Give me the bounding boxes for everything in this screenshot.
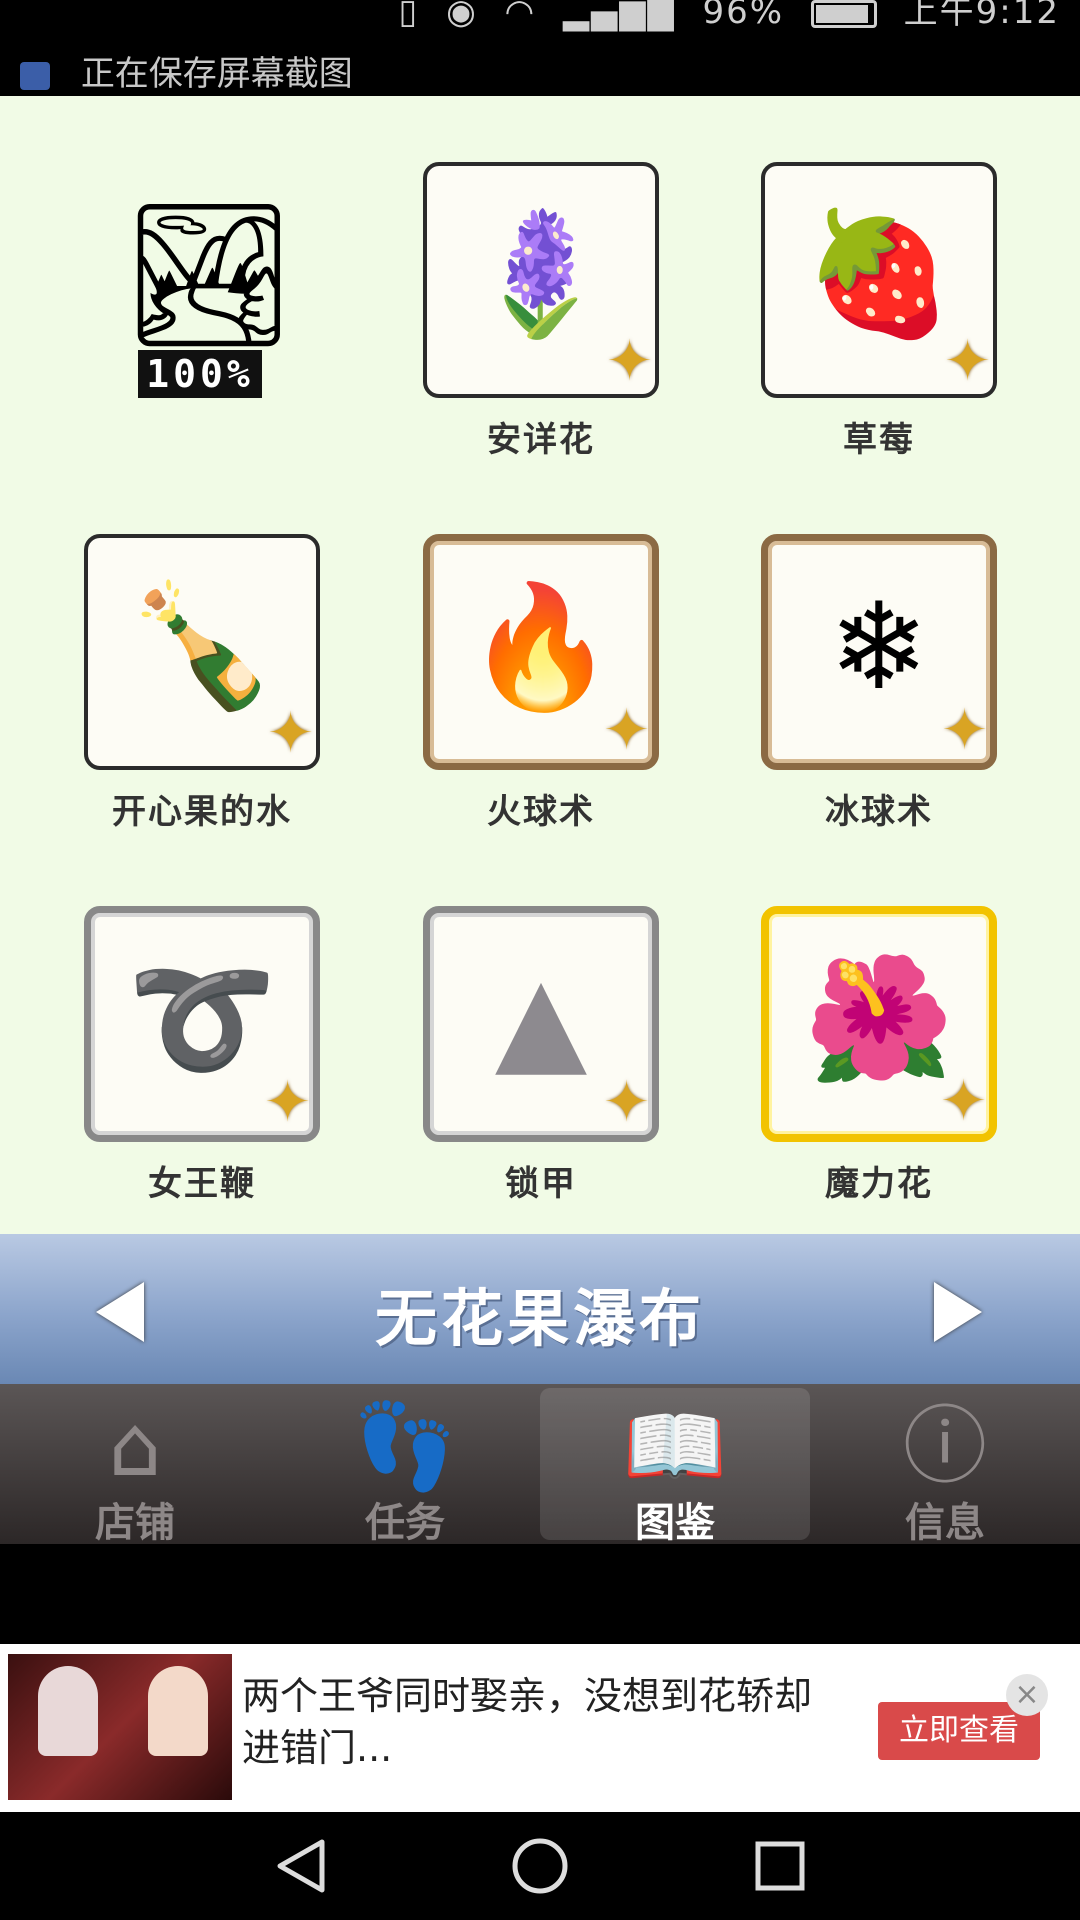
status-bar: ▯ ◉ ◠ ▂▄▆█ 96% 上午9:12 正在保存屏幕截图 xyxy=(0,0,1080,96)
collection-item[interactable]: 🍾 ✦ 开心果的水 xyxy=(84,534,320,833)
green-bottle-icon: 🍾 xyxy=(127,577,277,717)
area-title: 无花果瀑布 xyxy=(374,1282,705,1355)
wifi-icon: ◠ xyxy=(504,0,537,32)
tab-tasks[interactable]: 👣 任务 xyxy=(270,1388,540,1546)
item-label: 女王鞭 xyxy=(148,1164,256,1204)
home-icon[interactable] xyxy=(510,1836,570,1896)
purple-flower-icon: 🪻 xyxy=(466,205,616,345)
collection-item[interactable]: 🌺 ✦ 魔力花 xyxy=(761,906,997,1205)
item-card[interactable]: 🍓 ✦ xyxy=(761,162,997,398)
battery-percent: 96% xyxy=(702,0,785,32)
collection-item[interactable]: 🪻 ✦ 安详花 xyxy=(423,162,659,461)
back-icon[interactable] xyxy=(272,1836,332,1896)
collection-item[interactable]: 🍓 ✦ 草莓 xyxy=(761,162,997,461)
screenshot-icon xyxy=(20,61,50,90)
area-completion: 🏞 100% xyxy=(120,194,298,398)
signal-icon: ▂▄▆█ xyxy=(563,0,676,32)
book-icon: 📖 xyxy=(622,1397,728,1495)
item-label: 安详花 xyxy=(487,420,595,460)
info-bubble-icon: ⓘ xyxy=(902,1397,987,1495)
sparkle-icon: ✦ xyxy=(941,698,988,763)
collection-grid: 🏞 100% 🪻 ✦ 安详花 🍓 ✦ 草莓 🍾 ✦ 开心果的水 🔥 ✦ 火球术 xyxy=(0,96,1080,1234)
bottom-tab-bar: ⌂ 店铺 👣 任务 📖 图鉴 ⓘ 信息 xyxy=(0,1384,1080,1546)
item-label: 火球术 xyxy=(487,792,595,832)
clock: 上午9:12 xyxy=(903,0,1060,32)
footprints-icon: 👣 xyxy=(352,1397,458,1495)
next-area-button[interactable] xyxy=(934,1282,982,1342)
collection-item[interactable]: ▲ ✦ 锁甲 xyxy=(423,906,659,1205)
fireball-icon: 🔥 xyxy=(466,577,616,717)
item-card[interactable]: 🌺 ✦ xyxy=(761,906,997,1142)
item-label: 魔力花 xyxy=(825,1164,933,1204)
eye-icon: ◉ xyxy=(446,0,478,32)
system-nav-bar xyxy=(0,1812,1080,1920)
item-card[interactable]: ❄ ✦ xyxy=(761,534,997,770)
sparkle-icon: ✦ xyxy=(606,329,653,394)
sparkle-icon: ✦ xyxy=(603,698,650,763)
ad-text[interactable]: 两个王爷同时娶亲，没想到花轿却进错门... xyxy=(242,1670,822,1774)
item-label: 锁甲 xyxy=(505,1164,577,1204)
item-label: 冰球术 xyxy=(825,792,933,832)
item-label: 开心果的水 xyxy=(112,792,292,832)
battery-icon xyxy=(810,0,877,28)
tab-label: 图鉴 xyxy=(635,1500,715,1546)
completion-percent: 100% xyxy=(138,350,262,398)
item-card[interactable]: ➰ ✦ xyxy=(84,906,320,1142)
ad-thumbnail[interactable] xyxy=(8,1654,232,1800)
tab-label: 任务 xyxy=(365,1500,445,1546)
waterfall-icon: 🏞 xyxy=(120,194,298,357)
area-switcher: 无花果瀑布 xyxy=(0,1234,1080,1384)
tab-info[interactable]: ⓘ 信息 xyxy=(810,1388,1080,1546)
notification-text: 正在保存屏幕截图 xyxy=(80,54,353,94)
close-icon[interactable]: × xyxy=(1006,1674,1048,1716)
tab-shop[interactable]: ⌂ 店铺 xyxy=(0,1388,270,1546)
item-card[interactable]: ▲ ✦ xyxy=(423,906,659,1142)
collection-item[interactable]: ➰ ✦ 女王鞭 xyxy=(84,906,320,1205)
status-icons: ▯ ◉ ◠ ▂▄▆█ 96% 上午9:12 xyxy=(385,0,1060,33)
sparkle-icon: ✦ xyxy=(940,1069,987,1134)
screenshot-notification[interactable]: 正在保存屏幕截图 xyxy=(20,46,353,95)
chainmail-icon: ▲ xyxy=(494,949,588,1089)
tab-label: 店铺 xyxy=(95,1500,175,1546)
whip-icon: ➰ xyxy=(127,949,277,1089)
strawberry-icon: 🍓 xyxy=(804,205,954,345)
collection-item[interactable]: 🔥 ✦ 火球术 xyxy=(423,534,659,833)
collection-item[interactable]: ❄ ✦ 冰球术 xyxy=(761,534,997,833)
recent-apps-icon[interactable] xyxy=(750,1836,810,1896)
sparkle-icon: ✦ xyxy=(267,701,314,766)
vibrate-icon: ▯ xyxy=(398,0,420,32)
ad-banner[interactable]: 两个王爷同时娶亲，没想到花轿却进错门... 立即查看 × xyxy=(0,1644,1080,1812)
sparkle-icon: ✦ xyxy=(944,329,991,394)
spacer xyxy=(0,1544,1080,1644)
tab-encyclopedia[interactable]: 📖 图鉴 xyxy=(540,1388,810,1546)
house-icon: ⌂ xyxy=(108,1397,162,1495)
item-card[interactable]: 🪻 ✦ xyxy=(423,162,659,398)
item-label: 草莓 xyxy=(843,420,915,460)
item-card[interactable]: 🍾 ✦ xyxy=(84,534,320,770)
red-berry-flower-icon: 🌺 xyxy=(804,949,954,1089)
tab-label: 信息 xyxy=(905,1500,985,1546)
sparkle-icon: ✦ xyxy=(264,1070,311,1135)
iceball-icon: ❄ xyxy=(828,577,930,717)
item-card[interactable]: 🔥 ✦ xyxy=(423,534,659,770)
sparkle-icon: ✦ xyxy=(603,1070,650,1135)
